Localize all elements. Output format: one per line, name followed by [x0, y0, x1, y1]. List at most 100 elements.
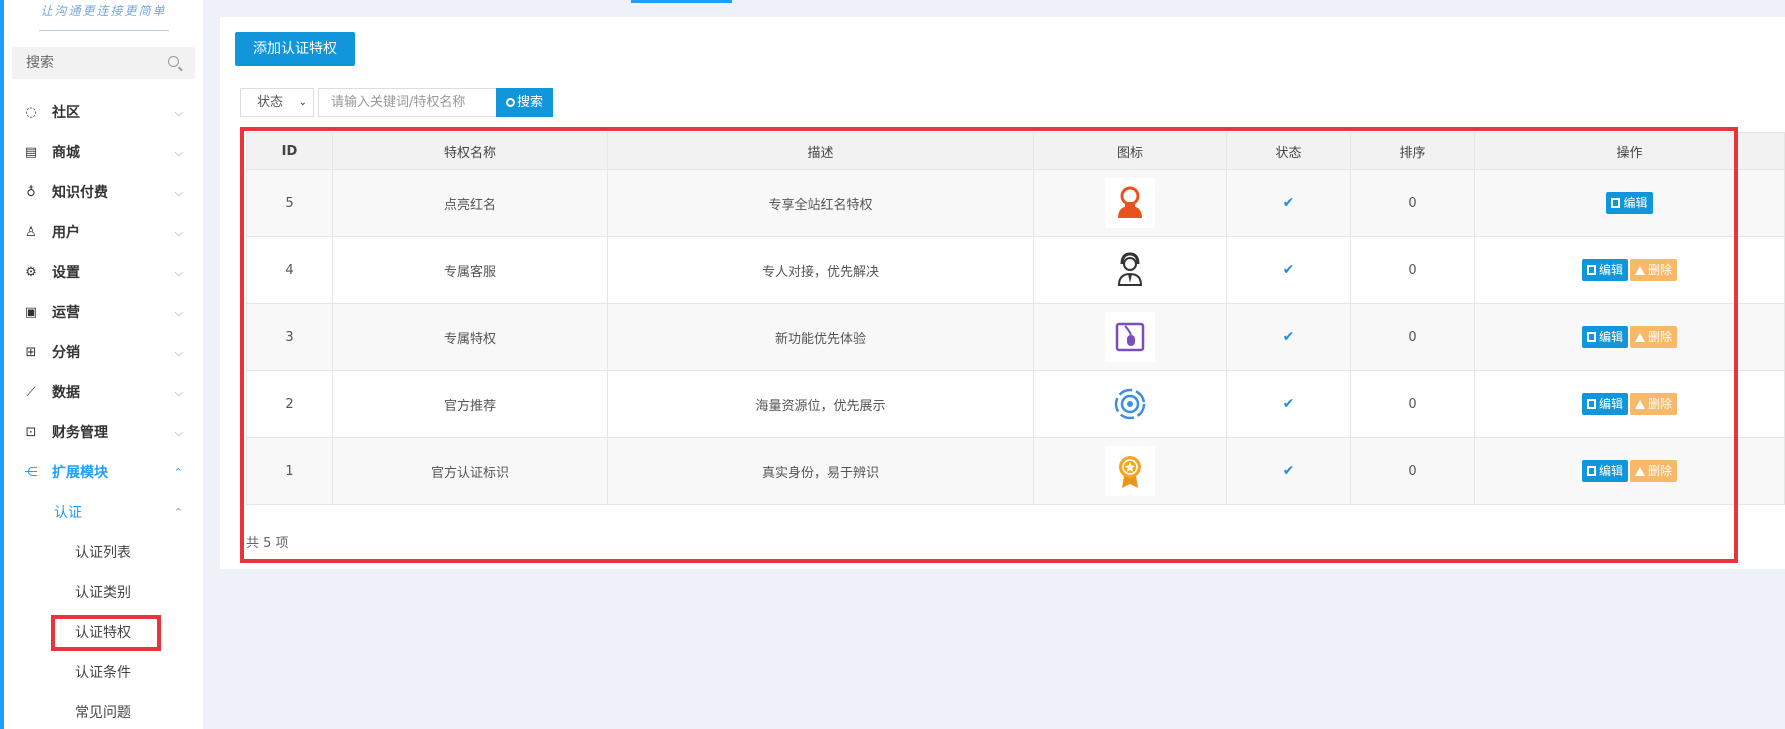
sidebar-subitem-faq[interactable]: 常见问题: [4, 693, 203, 729]
cell-name: 专属特权: [332, 303, 608, 371]
search-button[interactable]: 搜索: [496, 88, 553, 117]
table-total: 共 5 项: [246, 536, 289, 551]
cell-icon: [1033, 169, 1227, 237]
chevron-down-icon: ⌄: [298, 97, 307, 108]
chevron-down-icon: ⌵: [174, 106, 183, 119]
sidebar-subgroup-certification[interactable]: 认证 ⌃: [4, 493, 203, 533]
cell-id: 3: [246, 303, 333, 371]
cell-name: 官方推荐: [332, 370, 608, 438]
cell-id: 4: [246, 236, 333, 304]
sidebar-search-placeholder: 搜索: [26, 55, 54, 71]
sidebar-item-label: 商城: [52, 145, 80, 161]
chevron-up-icon: ⌃: [173, 466, 183, 479]
check-icon: ✔: [1282, 195, 1295, 211]
cell-icon: [1033, 370, 1227, 438]
table-row: 2 官方推荐 海量资源位，优先展示 ✔ 0 编辑 删除: [246, 370, 1785, 438]
sidebar-subitem-label: 常见问题: [75, 705, 131, 721]
chevron-down-icon: ⌵: [174, 186, 183, 199]
sidebar-item-label: 分销: [52, 345, 80, 361]
sidebar-item-settings[interactable]: ⚙ 设置 ⌵: [4, 253, 203, 293]
chat-icon: ◌: [25, 105, 37, 120]
sidebar-item-store[interactable]: ▤ 商城 ⌵: [4, 133, 203, 173]
edit-label: 编辑: [1598, 397, 1623, 411]
cell-id: 5: [246, 169, 333, 237]
sidebar-subitem-cert-privilege[interactable]: 认证特权: [4, 613, 203, 653]
add-privilege-button[interactable]: 添加认证特权: [235, 32, 355, 66]
cell-sort: 0: [1350, 169, 1475, 237]
status-select-value: 状态: [257, 95, 284, 110]
cell-name: 官方认证标识: [332, 437, 608, 505]
cell-desc: 新功能优先体验: [607, 303, 1034, 371]
table-header-row: ID 特权名称 描述 图标 状态 排序 操作: [246, 132, 1785, 170]
sidebar-item-knowledge[interactable]: ♁ 知识付费 ⌵: [4, 173, 203, 213]
warning-icon: [1635, 467, 1645, 476]
sidebar-item-community[interactable]: ◌ 社区 ⌵: [4, 93, 203, 133]
sidebar-item-distribution[interactable]: ⊞ 分销 ⌵: [4, 333, 203, 373]
customer-service-icon: [1105, 245, 1155, 295]
sidebar-item-users[interactable]: ♙ 用户 ⌵: [4, 213, 203, 253]
edit-button[interactable]: 编辑: [1581, 393, 1628, 415]
monitor-icon: ▣: [24, 305, 38, 320]
table-row: 4 专属客服 专人对接，优先解决 ✔ 0 编辑 删除: [246, 236, 1785, 304]
cell-status: ✔: [1226, 370, 1351, 438]
chevron-down-icon: ⌵: [174, 306, 183, 319]
check-icon: ✔: [1282, 329, 1295, 345]
extension-icon: ⋲: [24, 465, 38, 480]
cell-desc: 专享全站红名特权: [607, 169, 1034, 237]
sidebar-item-label: 设置: [52, 265, 80, 281]
sidebar-item-extensions[interactable]: ⋲ 扩展模块 ⌃: [4, 453, 203, 493]
keyword-input[interactable]: 请输入关键词/特权名称: [318, 88, 496, 117]
highlight-frame: [51, 615, 161, 651]
sidebar-item-label: 财务管理: [52, 425, 108, 441]
cell-icon: [1033, 303, 1227, 371]
keyword-placeholder: 请输入关键词/特权名称: [331, 95, 466, 110]
sidebar-search[interactable]: 搜索: [12, 47, 195, 79]
medal-icon: [1105, 446, 1155, 496]
cell-actions: 编辑 删除: [1474, 437, 1785, 505]
delete-button[interactable]: 删除: [1630, 460, 1678, 482]
delete-button[interactable]: 删除: [1630, 393, 1678, 415]
edit-button[interactable]: 编辑: [1581, 259, 1628, 281]
status-select[interactable]: 状态 ⌄: [240, 88, 314, 117]
delete-label: 删除: [1648, 330, 1673, 344]
edit-button[interactable]: 编辑: [1581, 460, 1628, 482]
logo-underline: [38, 30, 169, 31]
col-id: ID: [246, 132, 333, 170]
delete-label: 删除: [1648, 464, 1673, 478]
bulb-icon: ♁: [26, 185, 36, 200]
cell-id: 2: [246, 370, 333, 438]
search-icon: [505, 98, 515, 107]
chevron-up-icon: ⌃: [173, 506, 183, 519]
col-name: 特权名称: [332, 132, 608, 170]
cell-name: 专属客服: [332, 236, 608, 304]
check-icon: ✔: [1282, 396, 1295, 412]
chevron-down-icon: ⌵: [174, 386, 183, 399]
edit-button[interactable]: 编辑: [1581, 326, 1628, 348]
col-icon: 图标: [1033, 132, 1227, 170]
red-avatar-icon: [1105, 178, 1155, 228]
sidebar-item-operations[interactable]: ▣ 运营 ⌵: [4, 293, 203, 333]
warning-icon: [1635, 333, 1645, 342]
sidebar-subitem-cert-condition[interactable]: 认证条件: [4, 653, 203, 693]
sidebar-item-finance[interactable]: ⊡ 财务管理 ⌵: [4, 413, 203, 453]
delete-label: 删除: [1648, 397, 1673, 411]
col-status: 状态: [1226, 132, 1351, 170]
cell-icon: [1033, 236, 1227, 304]
col-desc: 描述: [607, 132, 1034, 170]
warning-icon: [1635, 266, 1645, 275]
privilege-table: ID 特权名称 描述 图标 状态 排序 操作 5 点亮红名 专享全站红名特权 ✔: [246, 132, 1785, 505]
active-tab-indicator: [631, 0, 732, 3]
delete-button[interactable]: 删除: [1630, 326, 1678, 348]
col-sort: 排序: [1350, 132, 1475, 170]
logo: 让沟通更连接更简单: [40, 4, 167, 18]
user-icon: ♙: [25, 225, 37, 240]
sidebar-subitem-cert-category[interactable]: 认证类别: [4, 573, 203, 613]
cell-desc: 海量资源位，优先展示: [607, 370, 1034, 438]
edit-button[interactable]: 编辑: [1606, 192, 1653, 214]
cell-status: ✔: [1226, 303, 1351, 371]
cell-sort: 0: [1350, 437, 1475, 505]
sidebar-item-label: 运营: [52, 305, 80, 321]
delete-button[interactable]: 删除: [1630, 259, 1678, 281]
sidebar-subitem-cert-list[interactable]: 认证列表: [4, 533, 203, 573]
sidebar-item-data[interactable]: ⟋ 数据 ⌵: [4, 373, 203, 413]
